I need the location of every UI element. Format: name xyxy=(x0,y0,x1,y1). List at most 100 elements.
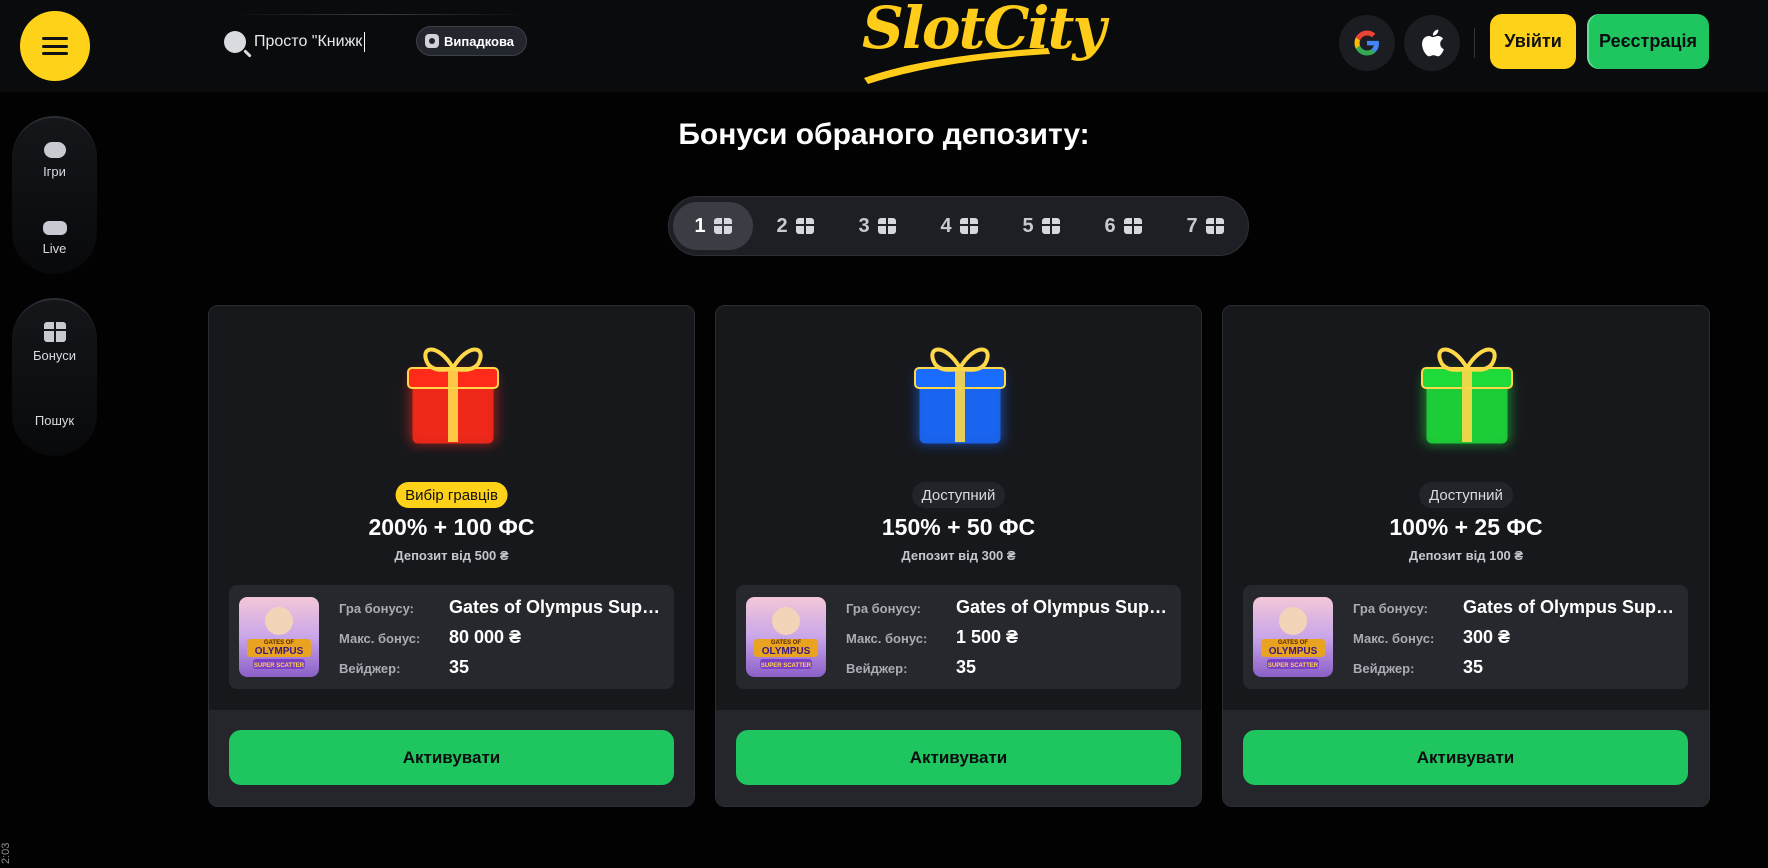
sidebar-group-bonuses: Бонуси Пошук xyxy=(12,298,242,456)
tab-label: 3 xyxy=(858,214,870,237)
tab-label: 7 xyxy=(1186,214,1198,237)
max-bonus-value: 80 000 ₴ xyxy=(449,627,522,647)
page-title: Бонуси обраного депозиту: xyxy=(678,118,1090,151)
gift-icon xyxy=(1205,218,1224,234)
top-header: Випадкова SlotCity Увійти Реєстрація xyxy=(0,0,1768,92)
tab-deposit-6[interactable]: 6 xyxy=(1083,202,1163,250)
search-icon xyxy=(224,31,246,53)
google-icon xyxy=(1354,30,1379,56)
activate-button[interactable]: Активувати xyxy=(229,730,674,785)
bonus-details: GATES OF OLYMPUS SUPER SCATTER Гра бонусу:… xyxy=(229,585,674,689)
max-bonus-value: 1 500 ₴ xyxy=(956,627,1019,647)
apple-icon xyxy=(1422,29,1444,57)
game-label: Гра бонусу: xyxy=(846,601,922,616)
game-name: Gates of Olympus Super Scatter xyxy=(449,597,664,617)
bonus-card: Доступний 150% + 50 ФС Депозит від 300 ₴… xyxy=(715,305,1202,807)
gift-icon xyxy=(877,218,896,234)
login-button[interactable]: Увійти xyxy=(1490,14,1576,69)
live-icon xyxy=(42,220,67,235)
game-name: Gates of Olympus Super Scatter xyxy=(956,597,1171,617)
gift-icon xyxy=(795,218,814,234)
deposit-tabs: 1 2 3 4 5 6 7 xyxy=(668,196,1249,256)
text-caret xyxy=(364,32,365,52)
status-badge: Вибір гравців xyxy=(395,482,508,508)
dice-icon xyxy=(425,34,439,48)
random-game-button[interactable]: Випадкова xyxy=(416,26,528,56)
bonus-details: GATES OF OLYMPUS SUPER SCATTER Гра бонусу:… xyxy=(1243,585,1688,689)
gift-icon xyxy=(713,218,732,234)
svg-text:SUPER SCATTER: SUPER SCATTER xyxy=(254,663,305,669)
bonus-card: Вибір гравців 200% + 100 ФС Депозит від … xyxy=(208,305,695,807)
max-bonus-label: Макс. бонус: xyxy=(1353,631,1435,646)
tab-label: 1 xyxy=(694,214,706,237)
svg-text:OLYMPUS: OLYMPUS xyxy=(1269,646,1318,657)
deposit-requirement: Депозит від 500 ₴ xyxy=(394,548,509,563)
bonus-offer: 100% + 25 ФС xyxy=(1389,514,1543,540)
sidebar-item-label: Пошук xyxy=(34,412,75,428)
gift-icon xyxy=(1123,218,1142,234)
hamburger-icon xyxy=(42,37,68,55)
activate-button[interactable]: Активувати xyxy=(1243,730,1688,785)
gift-icon xyxy=(1041,218,1060,234)
gift-box-icon xyxy=(914,347,1006,444)
svg-text:OLYMPUS: OLYMPUS xyxy=(255,646,304,657)
deposit-requirement: Депозит від 300 ₴ xyxy=(901,548,1016,563)
game-label: Гра бонусу: xyxy=(339,601,415,616)
bonus-details: GATES OF OLYMPUS SUPER SCATTER Гра бонусу:… xyxy=(736,585,1181,689)
svg-text:SUPER SCATTER: SUPER SCATTER xyxy=(761,663,812,669)
wager-label: Вейджер: xyxy=(339,661,401,676)
tab-deposit-4[interactable]: 4 xyxy=(919,202,999,250)
random-label: Випадкова xyxy=(444,33,515,49)
gift-icon xyxy=(43,321,66,342)
status-badge: Доступний xyxy=(911,482,1006,508)
tab-label: 6 xyxy=(1104,214,1116,237)
svg-text:SUPER SCATTER: SUPER SCATTER xyxy=(1268,663,1319,669)
game-thumbnail[interactable]: GATES OFOLYMPUSSUPER SCATTER xyxy=(239,597,319,677)
sidebar-item-label: Live xyxy=(42,240,67,256)
logo-text: SlotCity xyxy=(862,0,1106,62)
deposit-requirement: Депозит від 100 ₴ xyxy=(1408,548,1524,563)
sidebar-item-live[interactable]: Live xyxy=(12,208,97,268)
bonus-offer: 200% + 100 ФС xyxy=(368,514,535,540)
tab-deposit-1[interactable]: 1 xyxy=(673,202,753,250)
sidebar-item-search[interactable]: Пошук xyxy=(12,390,242,450)
max-bonus-label: Макс. бонус: xyxy=(846,631,928,646)
sidebar-item-label: Ігри xyxy=(43,163,66,179)
game-name: Gates of Olympus Super Scatter xyxy=(1463,597,1678,617)
tab-deposit-5[interactable]: 5 xyxy=(1001,202,1081,250)
game-thumbnail[interactable]: GATES OFOLYMPUSSUPER SCATTER xyxy=(1253,597,1333,677)
sidebar-item-label: Бонуси xyxy=(32,347,77,363)
google-login-button[interactable] xyxy=(1339,15,1395,71)
wager-value: 35 xyxy=(956,657,977,677)
max-bonus-label: Макс. бонус: xyxy=(339,631,421,646)
tab-label: 5 xyxy=(1022,214,1034,237)
bonus-offer: 150% + 50 ФС xyxy=(881,514,1036,540)
tab-label: 2 xyxy=(776,214,788,237)
tab-deposit-7[interactable]: 7 xyxy=(1165,202,1245,250)
bonus-card: Доступний 100% + 25 ФС Депозит від 100 ₴… xyxy=(1222,305,1710,807)
menu-button[interactable] xyxy=(20,11,90,81)
sidebar-item-bonuses[interactable]: Бонуси xyxy=(12,312,97,372)
max-bonus-value: 300 ₴ xyxy=(1463,627,1511,647)
game-thumbnail[interactable]: GATES OFOLYMPUSSUPER SCATTER xyxy=(746,597,826,677)
timecode: 2:03 xyxy=(0,842,12,864)
tab-deposit-2[interactable]: 2 xyxy=(755,202,835,250)
activate-button[interactable]: Активувати xyxy=(736,730,1181,785)
wager-label: Вейджер: xyxy=(846,661,908,676)
header-divider xyxy=(1474,28,1475,58)
gift-box-icon xyxy=(1421,347,1513,444)
status-badge: Доступний xyxy=(1419,482,1513,508)
wager-label: Вейджер: xyxy=(1353,661,1415,676)
gift-icon xyxy=(959,218,978,234)
search-input[interactable] xyxy=(254,33,366,51)
apple-login-button[interactable] xyxy=(1404,15,1460,71)
gift-box-icon xyxy=(407,347,499,444)
wager-value: 35 xyxy=(449,657,470,677)
wager-value: 35 xyxy=(1463,657,1484,677)
slotcity-logo[interactable]: SlotCity xyxy=(858,0,1106,86)
tab-deposit-3[interactable]: 3 xyxy=(837,202,917,250)
svg-text:OLYMPUS: OLYMPUS xyxy=(762,646,811,657)
tab-label: 4 xyxy=(940,214,952,237)
game-label: Гра бонусу: xyxy=(1353,601,1429,616)
register-button[interactable]: Реєстрація xyxy=(1587,14,1709,69)
